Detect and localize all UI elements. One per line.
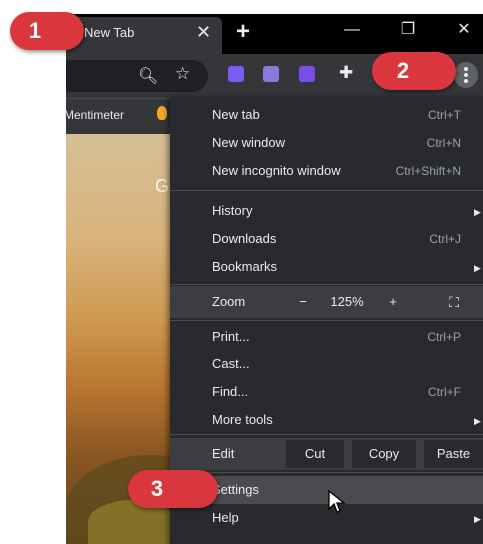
submenu-arrow-icon: ▶	[474, 263, 481, 273]
menu-separator	[170, 320, 483, 321]
shortcut-new-incognito-window: Ctrl+Shift+N	[395, 164, 461, 178]
menu-item-new-tab[interactable]: New tab	[212, 107, 260, 122]
zoom-label: Zoom	[212, 294, 246, 309]
browser-screenshot: G New Tab ✕ + — ❐ ✕ 🔍︎ ☆ ✚ Mentimeter Ne…	[0, 0, 483, 544]
menu-item-history[interactable]: History	[212, 203, 252, 218]
menu-item-settings[interactable]: Settings	[212, 482, 259, 497]
extension-icon-3[interactable]	[299, 66, 315, 82]
bookmark-star-icon[interactable]: ☆	[175, 64, 190, 84]
extension-icon-1[interactable]	[228, 66, 244, 82]
menu-dot	[464, 73, 468, 77]
menu-dot	[464, 79, 468, 83]
zoom-magnifier-icon[interactable]: 🔍︎	[138, 66, 158, 86]
bookmark-mentimeter[interactable]: Mentimeter	[64, 108, 124, 122]
menu-separator	[170, 434, 483, 435]
page-partial-text: G	[155, 176, 170, 196]
callout-2-number: 2	[396, 58, 410, 83]
menu-item-new-incognito-window[interactable]: New incognito window	[212, 163, 341, 178]
menu-item-new-window[interactable]: New window	[212, 135, 285, 150]
menu-separator	[170, 190, 483, 191]
menu-item-more-tools[interactable]: More tools	[212, 412, 273, 427]
menu-item-cast[interactable]: Cast...	[212, 356, 250, 371]
zoom-in-button[interactable]: +	[376, 290, 410, 314]
new-tab-plus-icon[interactable]: +	[236, 20, 250, 44]
shortcut-find: Ctrl+F	[428, 385, 461, 399]
submenu-arrow-icon: ▶	[474, 416, 481, 426]
submenu-arrow-icon: ▶	[474, 514, 481, 524]
menu-item-help[interactable]: Help	[212, 510, 239, 525]
shortcut-downloads: Ctrl+J	[429, 232, 461, 246]
tab-title: New Tab	[84, 25, 135, 40]
minimize-icon[interactable]: —	[340, 20, 364, 42]
submenu-arrow-icon: ▶	[474, 207, 481, 217]
paste-button[interactable]: Paste	[424, 440, 483, 468]
edit-label: Edit	[212, 446, 235, 461]
menu-item-bookmarks[interactable]: Bookmarks	[212, 259, 277, 274]
restore-icon[interactable]: ❐	[396, 20, 420, 42]
menu-separator	[170, 472, 483, 473]
shortcut-new-tab: Ctrl+T	[428, 108, 461, 122]
menu-item-downloads[interactable]: Downloads	[212, 231, 276, 246]
callout-3-number: 3	[150, 476, 164, 501]
callout-1-number: 1	[28, 18, 42, 43]
window-close-icon[interactable]: ✕	[452, 20, 476, 42]
extension-icon-2[interactable]	[263, 66, 279, 82]
cut-button[interactable]: Cut	[286, 440, 344, 468]
mouse-cursor-icon	[328, 490, 346, 513]
menu-separator	[170, 284, 483, 285]
extensions-puzzle-icon[interactable]: ✚	[339, 63, 353, 83]
bookmark-favicon[interactable]	[157, 106, 167, 120]
chrome-menu-button[interactable]	[454, 62, 478, 88]
fullscreen-icon[interactable]: ⛶	[440, 290, 468, 314]
menu-item-print[interactable]: Print...	[212, 329, 250, 344]
tab-close-icon[interactable]: ✕	[196, 22, 211, 42]
zoom-level: 125%	[330, 294, 364, 309]
menu-item-find[interactable]: Find...	[212, 384, 248, 399]
menu-dot	[464, 67, 468, 71]
copy-button[interactable]: Copy	[352, 440, 416, 468]
shortcut-new-window: Ctrl+N	[426, 136, 461, 150]
zoom-out-button[interactable]: −	[286, 290, 320, 314]
shortcut-print: Ctrl+P	[427, 330, 461, 344]
